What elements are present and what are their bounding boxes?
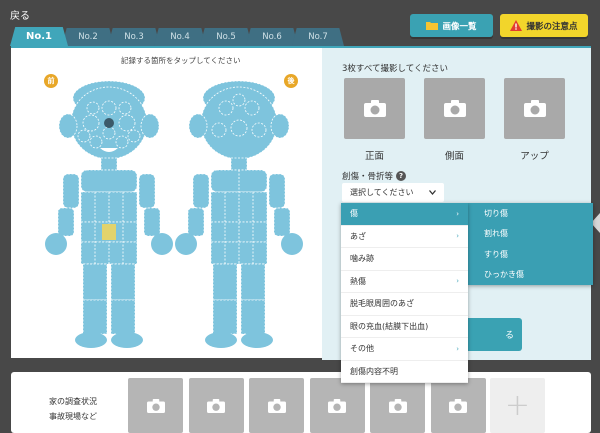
menu-item-label: あざ: [350, 231, 366, 241]
camera-icon: [207, 398, 225, 413]
photo-front-label: 正面: [364, 151, 384, 162]
tab-no4[interactable]: No.4: [154, 28, 206, 46]
chevron-right-icon: ›: [456, 344, 459, 353]
shooting-notes-button[interactable]: 撮影の注意点: [500, 14, 588, 37]
body-map-title: 記録する箇所をタップしてください: [121, 56, 241, 65]
injury-select-value: 選択してください: [350, 188, 414, 197]
menu-item-label: 眼の充血(結膜下出血): [350, 321, 429, 331]
photo-side-label: 側面: [444, 151, 464, 162]
injury-section-title: 創傷・骨折等 ?: [342, 170, 407, 182]
menu-item-label: 傷: [350, 209, 358, 219]
menu-item-label: 噛み跡: [350, 254, 374, 264]
menu-item[interactable]: 熱傷 ›: [341, 271, 468, 293]
back-body-map[interactable]: [174, 78, 304, 358]
menu-item-label: 創傷内容不明: [350, 366, 398, 376]
menu-item-label: 脱毛眼周囲のあざ: [350, 299, 414, 309]
tab-no3[interactable]: No.3: [108, 28, 160, 46]
injury-type-menu: 傷 › あざ › 噛み跡 熱傷 › 脱毛眼周囲のあざ 眼の充血(結膜下出血) その他 › 創傷内容不明: [341, 203, 468, 383]
image-list-label: 画像一覧: [442, 21, 477, 32]
chevron-right-icon: ›: [456, 209, 459, 218]
add-photo-button[interactable]: +: [490, 378, 545, 433]
photo-side[interactable]: [424, 78, 485, 139]
submenu-item[interactable]: ひっかき傷: [468, 265, 593, 286]
front-body-map[interactable]: [44, 78, 174, 358]
chevron-right-icon: ›: [456, 277, 459, 286]
tab-no6[interactable]: No.6: [246, 28, 298, 46]
menu-item[interactable]: 噛み跡: [341, 248, 468, 271]
extra-photos-label: 家の調査状況 事故現場など: [23, 394, 123, 424]
photo-closeup[interactable]: [504, 78, 565, 139]
help-icon[interactable]: ?: [396, 171, 407, 181]
menu-item[interactable]: その他 ›: [341, 338, 468, 361]
menu-item[interactable]: 創傷内容不明: [341, 361, 468, 383]
record-tabs: No.1 No.2 No.3 No.4 No.5 No.6 No.7: [10, 27, 344, 46]
extra-photos-bar: 家の調査状況 事故現場など +: [11, 372, 591, 433]
chevron-right-icon: ›: [456, 232, 459, 241]
submenu-item[interactable]: 割れ傷: [468, 224, 593, 245]
menu-item-label: 熱傷: [350, 276, 366, 286]
extra-photos-label-line1: 家の調査状況: [49, 397, 97, 406]
shooting-notes-label: 撮影の注意点: [526, 21, 578, 32]
camera-icon: [146, 398, 165, 413]
extra-photo-slot[interactable]: [370, 378, 425, 433]
submenu-item[interactable]: 切り傷: [468, 203, 593, 224]
camera-icon: [388, 398, 407, 413]
submenu-item[interactable]: すり傷: [468, 244, 593, 265]
extra-photo-slot[interactable]: [128, 378, 183, 433]
back-link[interactable]: 戻る: [10, 7, 30, 22]
injury-select[interactable]: 選択してください: [342, 183, 444, 202]
photo-instructions: 3枚すべて撮影してください: [342, 64, 448, 74]
camera-icon: [328, 398, 346, 413]
camera-icon: [443, 100, 466, 117]
camera-icon: [523, 100, 546, 117]
confirm-button[interactable]: る: [462, 318, 522, 351]
camera-icon: [267, 398, 286, 413]
image-list-button[interactable]: 画像一覧: [410, 14, 493, 37]
extra-photos-label-line2: 事故現場など: [49, 412, 97, 421]
tab-no1[interactable]: No.1: [10, 27, 68, 46]
injury-label: 創傷・骨折等: [342, 172, 394, 182]
menu-item[interactable]: あざ ›: [341, 226, 468, 248]
extra-photo-slot[interactable]: [430, 378, 486, 433]
camera-icon: [449, 398, 467, 413]
menu-item[interactable]: 眼の充血(結膜下出血): [341, 316, 468, 338]
tab-no7[interactable]: No.7: [292, 28, 344, 46]
extra-photo-slot[interactable]: [249, 378, 304, 433]
menu-item[interactable]: 脱毛眼周囲のあざ: [341, 293, 468, 316]
menu-item[interactable]: 傷 ›: [341, 203, 468, 226]
camera-icon: [363, 100, 386, 117]
folder-icon: [426, 22, 439, 30]
main-panel: 記録する箇所をタップしてください 前 後 3枚すべて撮影してください 正面 側面…: [11, 46, 591, 360]
tab-no2[interactable]: No.2: [62, 28, 114, 46]
photo-closeup-label: アップ: [520, 151, 549, 162]
extra-photo-slot[interactable]: [188, 378, 244, 433]
warning-icon: [510, 20, 523, 31]
menu-item-label: その他: [350, 344, 374, 354]
confirm-button-label: る: [504, 331, 514, 341]
photo-front[interactable]: [344, 78, 405, 139]
extra-photo-slot[interactable]: [309, 378, 365, 433]
tab-no5[interactable]: No.5: [200, 28, 252, 46]
injury-subtype-menu: 切り傷 割れ傷 すり傷 ひっかき傷: [468, 203, 593, 285]
selected-body-part[interactable]: [102, 224, 116, 240]
chevron-down-icon: [429, 190, 436, 195]
